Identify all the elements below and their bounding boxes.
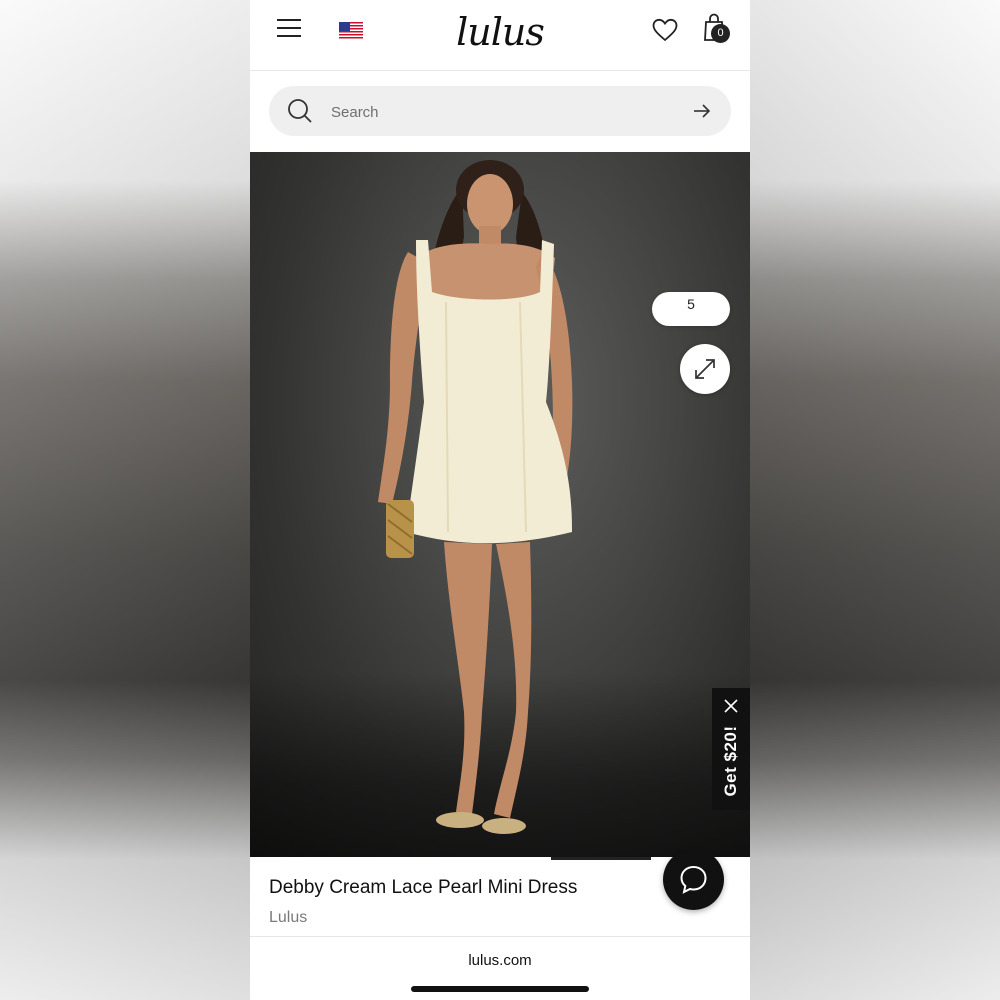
chat-bubble-icon [680, 865, 707, 894]
background-blur-right [750, 0, 1000, 1000]
browser-address-bar: lulus.com [250, 936, 750, 1000]
chat-button[interactable] [663, 849, 724, 910]
expand-image-button[interactable] [680, 344, 730, 394]
mobile-page: lulus 0 Search 5 Get $20! Debby Cream La… [250, 0, 750, 1000]
background-blur-left [0, 0, 250, 1000]
search-input[interactable] [329, 96, 673, 128]
product-title: Debby Cream Lace Pearl Mini Dress [269, 877, 578, 898]
arrow-right-icon[interactable] [692, 102, 712, 120]
hamburger-menu-icon[interactable] [277, 19, 301, 39]
home-indicator [411, 986, 589, 992]
search-icon [288, 99, 312, 123]
product-image[interactable]: 5 [250, 152, 750, 857]
site-header: lulus 0 [250, 0, 750, 71]
url-text[interactable]: lulus.com [250, 952, 750, 969]
lulus-logo[interactable]: lulus [450, 8, 550, 56]
promo-label: Get $20! [721, 725, 740, 797]
search-bar [269, 86, 731, 136]
cart-count-badge: 0 [711, 24, 730, 43]
model-figure [378, 160, 573, 834]
close-icon[interactable] [724, 699, 738, 713]
expand-icon [695, 359, 715, 379]
us-flag-icon[interactable] [339, 22, 363, 39]
product-brand[interactable]: Lulus [269, 909, 307, 927]
promo-tab[interactable]: Get $20! [712, 688, 750, 810]
size-selector-pill[interactable]: 5 [652, 292, 730, 326]
heart-icon[interactable] [652, 18, 678, 42]
